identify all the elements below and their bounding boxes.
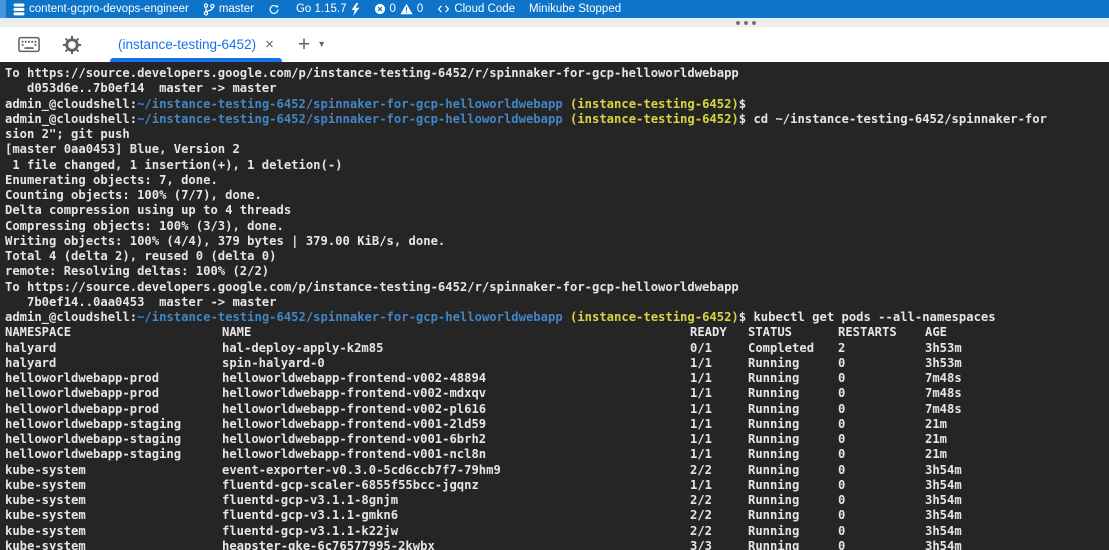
cloud-code-label: Cloud Code <box>454 3 515 15</box>
terminal-line: kube-systemfluentd-gcp-v3.1.1-k22jw2/2Ru… <box>5 524 1109 539</box>
project-label: content-gcpro-devops-engineer <box>29 3 189 15</box>
terminal-line: Counting objects: 100% (7/7), done. <box>5 188 1109 203</box>
terminal-line: helloworldwebapp-staginghelloworldwebapp… <box>5 417 1109 432</box>
tab-label: (instance-testing-6452) <box>118 37 256 52</box>
terminal-line: halyardhal-deploy-apply-k2m850/1Complete… <box>5 341 1109 356</box>
project-selector[interactable]: content-gcpro-devops-engineer <box>6 0 196 18</box>
terminal-line: kube-systemfluentd-gcp-v3.1.1-8gnjm2/2Ru… <box>5 493 1109 508</box>
terminal-line: To https://source.developers.google.com/… <box>5 66 1109 81</box>
branch-label: master <box>219 3 254 15</box>
terminal-line: sion 2"; git push <box>5 127 1109 142</box>
terminal-line: Compressing objects: 100% (3/3), done. <box>5 219 1109 234</box>
statusbar: content-gcpro-devops-engineer master Go … <box>0 0 1109 18</box>
sync-button[interactable] <box>261 0 287 18</box>
close-icon[interactable]: × <box>265 37 274 52</box>
terminal-line: d053d6e..7b0ef14 master -> master <box>5 81 1109 96</box>
terminal-line: kube-systemfluentd-gcp-scaler-6855f55bcc… <box>5 478 1109 493</box>
terminal-line: helloworldwebapp-prodhelloworldwebapp-fr… <box>5 371 1109 386</box>
problems-indicator[interactable]: 0 0 <box>367 0 431 18</box>
sync-icon <box>268 3 280 16</box>
terminal-tabbar: (instance-testing-6452) × + ▾ <box>0 27 1109 62</box>
terminal-line: To https://source.developers.google.com/… <box>5 280 1109 295</box>
terminal-line: admin_@cloudshell:~/instance-testing-645… <box>5 310 1109 325</box>
terminal-line: halyardspin-halyard-01/1Running03h53m <box>5 356 1109 371</box>
terminal-line: helloworldwebapp-prodhelloworldwebapp-fr… <box>5 386 1109 401</box>
cloud-code-button[interactable]: Cloud Code <box>430 0 522 18</box>
terminal-line: Total 4 (delta 2), reused 0 (delta 0) <box>5 249 1109 264</box>
gear-icon[interactable] <box>62 35 82 55</box>
new-tab-button[interactable]: + <box>298 33 310 57</box>
terminal-line: 7b0ef14..0aa0453 master -> master <box>5 295 1109 310</box>
go-version-indicator[interactable]: Go 1.15.7 <box>289 0 367 18</box>
terminal-line: Delta compression using up to 4 threads <box>5 203 1109 218</box>
terminal-line: kube-systemevent-exporter-v0.3.0-5cd6ccb… <box>5 463 1109 478</box>
git-branch-indicator[interactable]: master <box>196 0 261 18</box>
pane-divider <box>0 18 1109 27</box>
minikube-status[interactable]: Minikube Stopped <box>522 0 628 18</box>
terminal-line: remote: Resolving deltas: 100% (2/2) <box>5 264 1109 279</box>
terminal-output[interactable]: To https://source.developers.google.com/… <box>0 62 1109 550</box>
chevron-down-icon[interactable]: ▾ <box>319 39 324 50</box>
terminal-line: helloworldwebapp-staginghelloworldwebapp… <box>5 432 1109 447</box>
terminal-line: helloworldwebapp-staginghelloworldwebapp… <box>5 447 1109 462</box>
code-brackets-icon <box>437 3 450 15</box>
warning-count: 0 <box>417 3 423 15</box>
terminal-line: admin_@cloudshell:~/instance-testing-645… <box>5 97 1109 112</box>
terminal-line: admin_@cloudshell:~/instance-testing-645… <box>5 112 1109 127</box>
terminal-line: helloworldwebapp-prodhelloworldwebapp-fr… <box>5 402 1109 417</box>
terminal-line: NAMESPACENAMEREADYSTATUSRESTARTSAGE <box>5 325 1109 340</box>
error-icon <box>374 3 386 15</box>
terminal-line: [master 0aa0453] Blue, Version 2 <box>5 142 1109 157</box>
database-icon <box>13 3 25 16</box>
terminal-line: 1 file changed, 1 insertion(+), 1 deleti… <box>5 158 1109 173</box>
warning-icon <box>400 3 413 15</box>
terminal-line: kube-systemfluentd-gcp-v3.1.1-gmkn62/2Ru… <box>5 508 1109 523</box>
error-count: 0 <box>390 3 396 15</box>
terminal-line: Enumerating objects: 7, done. <box>5 173 1109 188</box>
drag-handle-icon[interactable] <box>736 21 756 25</box>
keyboard-icon[interactable] <box>18 36 40 53</box>
minikube-label: Minikube Stopped <box>529 3 621 15</box>
terminal-line: Writing objects: 100% (4/4), 379 bytes |… <box>5 234 1109 249</box>
go-version-label: Go 1.15.7 <box>296 3 347 15</box>
tab-instance-testing-6452[interactable]: (instance-testing-6452) × <box>108 27 284 62</box>
lightning-icon <box>351 3 360 16</box>
git-branch-icon <box>203 3 215 16</box>
terminal-line: kube-systemheapster-gke-6c76577995-2kwbx… <box>5 539 1109 550</box>
